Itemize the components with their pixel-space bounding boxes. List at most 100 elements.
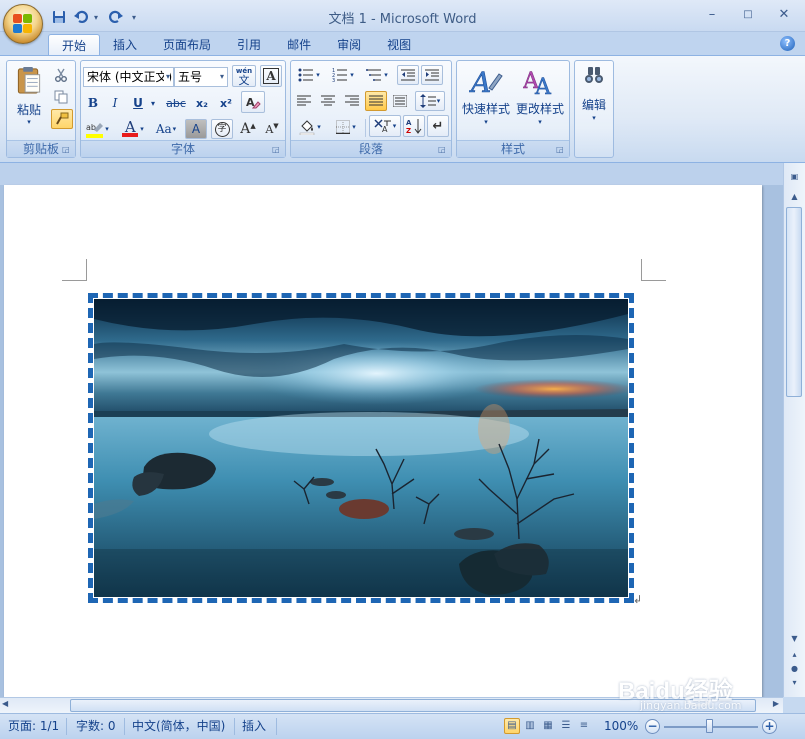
scroll-left-icon[interactable]: ◀	[2, 699, 8, 708]
page-count-status[interactable]: 页面: 1/1	[8, 714, 59, 739]
strikethrough-button[interactable]: abc	[163, 93, 189, 113]
font-color-swatch	[122, 133, 139, 137]
shrink-font-button[interactable]: A ▼	[261, 119, 283, 139]
font-size-combo[interactable]: 五号 ▾	[174, 67, 228, 87]
align-left-button[interactable]	[293, 91, 315, 111]
print-layout-view-icon[interactable]: ▤	[504, 718, 520, 734]
font-color-button[interactable]: A ▾	[117, 119, 149, 139]
tab-insert[interactable]: 插入	[100, 34, 150, 56]
tab-references[interactable]: 引用	[224, 34, 274, 56]
tab-mailings[interactable]: 邮件	[274, 34, 324, 56]
sort-button[interactable]: AZ	[403, 115, 425, 137]
tab-review[interactable]: 审阅	[324, 34, 374, 56]
chinese-layout-button[interactable]: A ▾	[369, 115, 401, 137]
align-center-icon	[321, 95, 335, 106]
bullets-icon	[298, 68, 314, 82]
paragraph-launcher-icon[interactable]: ◲	[438, 145, 447, 154]
enclose-characters-button[interactable]: 字	[211, 119, 233, 139]
scroll-down-icon[interactable]: ▼	[786, 631, 803, 646]
web-layout-view-icon[interactable]: ▦	[540, 718, 556, 734]
change-case-button[interactable]: Aa ▾	[151, 119, 181, 139]
font-name-combo[interactable]: 宋体 (中文正文) ▾	[83, 67, 174, 87]
document-page[interactable]: ↲	[4, 185, 762, 705]
outline-view-icon[interactable]: ☰	[558, 718, 574, 734]
copy-button[interactable]	[51, 87, 71, 107]
zoom-level[interactable]: 100%	[604, 714, 638, 739]
format-painter-icon	[56, 112, 69, 125]
landscape-picture[interactable]	[94, 299, 628, 597]
tab-view[interactable]: 视图	[374, 34, 424, 56]
decrease-indent-button[interactable]	[397, 65, 419, 85]
justify-button[interactable]	[365, 91, 387, 111]
decrease-indent-icon	[401, 69, 415, 81]
help-icon[interactable]: ?	[780, 36, 795, 51]
shading-button[interactable]: ▾	[293, 117, 327, 137]
phonetic-guide-button[interactable]: wén 文	[232, 65, 256, 87]
font-color-letter: A	[124, 118, 136, 136]
distributed-align-button[interactable]	[389, 91, 411, 111]
align-right-button[interactable]	[341, 91, 363, 111]
bullets-button[interactable]: ▾	[293, 65, 325, 85]
selected-picture-frame[interactable]	[88, 293, 634, 603]
language-status[interactable]: 中文(简体，中国)	[132, 714, 225, 739]
insert-mode-status[interactable]: 插入	[242, 714, 266, 739]
underline-dropdown-icon[interactable]: ▾	[148, 93, 158, 113]
increase-indent-icon	[425, 69, 439, 81]
maximize-button[interactable]: □	[737, 6, 759, 24]
show-marks-button[interactable]: ↵	[427, 115, 449, 137]
underline-button[interactable]: U	[128, 93, 148, 113]
numbering-button[interactable]: 123 ▾	[327, 65, 359, 85]
quick-styles-button[interactable]: A 快速样式 ▾	[459, 63, 513, 137]
styles-group-label: 样式	[457, 140, 569, 157]
vertical-scroll-thumb[interactable]	[786, 207, 802, 397]
draft-view-icon[interactable]: ≡	[576, 718, 592, 734]
copy-icon	[54, 90, 68, 104]
zoom-out-button[interactable]: −	[645, 719, 660, 734]
font-name-dropdown-icon: ▾	[163, 68, 170, 86]
grow-font-button[interactable]: A ▲	[237, 119, 259, 139]
change-styles-button[interactable]: AA 更改样式 ▾	[513, 63, 567, 137]
font-launcher-icon[interactable]: ◲	[272, 145, 281, 154]
paste-button[interactable]: 粘贴 ▾	[11, 65, 47, 127]
ruler-toggle-icon[interactable]: ▣	[786, 169, 803, 184]
font-group-label: 字体	[81, 140, 285, 157]
cut-button[interactable]	[51, 65, 71, 85]
office-button[interactable]	[3, 4, 43, 44]
minimize-button[interactable]: –	[701, 6, 723, 24]
find-button[interactable]: 编辑 ▾	[577, 63, 611, 137]
word-count-status[interactable]: 字数: 0	[76, 714, 116, 739]
scroll-up-icon[interactable]: ▲	[786, 189, 803, 204]
svg-text:A: A	[469, 66, 491, 98]
document-area[interactable]: ↲	[0, 163, 783, 705]
status-separator	[234, 718, 235, 735]
vertical-scrollbar[interactable]: ▣ ▲ ▼ ▴ ● ▾	[783, 163, 805, 697]
styles-launcher-icon[interactable]: ◲	[556, 145, 565, 154]
select-browse-object-icon[interactable]: ●	[786, 661, 803, 676]
line-spacing-button[interactable]: ▾	[415, 91, 445, 111]
previous-page-icon[interactable]: ▴	[786, 647, 803, 662]
tab-home[interactable]: 开始	[48, 34, 101, 56]
zoom-slider-thumb[interactable]	[706, 719, 713, 733]
full-screen-reading-view-icon[interactable]: ▥	[522, 718, 538, 734]
character-border-button[interactable]: A	[260, 65, 282, 87]
align-center-button[interactable]	[317, 91, 339, 111]
italic-button[interactable]: I	[105, 93, 125, 113]
scroll-right-icon[interactable]: ▶	[773, 699, 779, 708]
increase-indent-button[interactable]	[421, 65, 443, 85]
character-shading-button[interactable]: A	[185, 119, 207, 139]
multilevel-list-icon	[366, 69, 382, 81]
clipboard-launcher-icon[interactable]: ◲	[62, 145, 71, 154]
close-button[interactable]: ✕	[773, 6, 795, 24]
bold-button[interactable]: B	[83, 93, 103, 113]
borders-button[interactable]: ▾	[329, 117, 363, 137]
subscript-button[interactable]: x₂	[191, 93, 213, 113]
superscript-button[interactable]: x²	[215, 93, 237, 113]
next-page-icon[interactable]: ▾	[786, 675, 803, 690]
zoom-in-button[interactable]: +	[762, 719, 777, 734]
format-painter-button[interactable]	[51, 109, 73, 129]
clear-formatting-button[interactable]: A	[241, 91, 265, 113]
highlight-button[interactable]: ab ▾	[83, 119, 111, 139]
multilevel-list-button[interactable]: ▾	[361, 65, 393, 85]
font-name-value: 宋体 (中文正文)	[87, 70, 173, 84]
tab-page-layout[interactable]: 页面布局	[150, 34, 224, 56]
